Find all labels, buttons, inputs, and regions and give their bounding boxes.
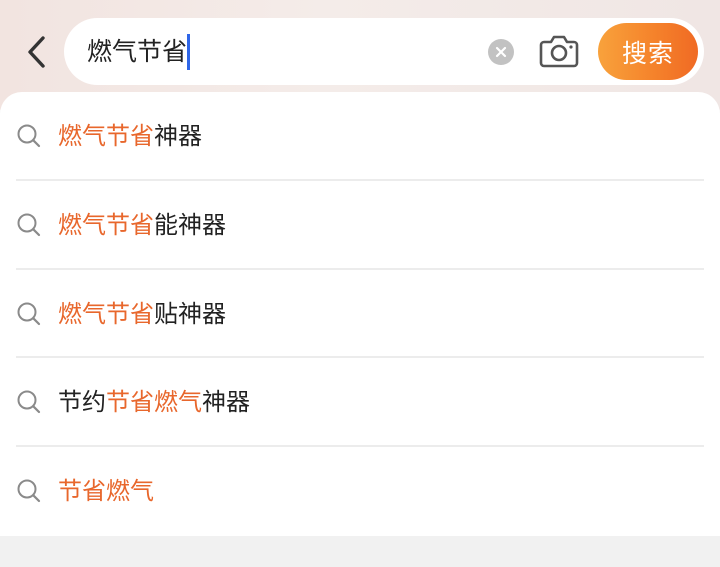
search-icon	[17, 390, 41, 414]
suggestion-match-text: 节省燃气	[58, 477, 154, 505]
search-bar[interactable]: 燃气节省 搜索	[64, 18, 704, 85]
search-input[interactable]: 燃气节省	[87, 34, 191, 70]
search-icon	[17, 302, 41, 326]
search-button[interactable]: 搜索	[598, 23, 698, 80]
suggestion-item[interactable]: 燃气节省神器	[0, 92, 720, 180]
suggestion-match-text: 燃气节省	[58, 122, 154, 150]
suggestion-rest-text: 能神器	[154, 211, 226, 239]
suggestion-match-text: 燃气节省	[58, 211, 154, 239]
suggestion-rest-text: 贴神器	[154, 300, 226, 328]
clear-circle-icon	[495, 46, 507, 58]
suggestion-item[interactable]: 燃气节省贴神器	[0, 270, 720, 358]
suggestion-text: 燃气节省神器	[58, 117, 202, 155]
suggestion-rest-text: 神器	[154, 122, 202, 150]
suggestion-list: 燃气节省神器 燃气节省能神器 燃气节省贴神器 节约节省燃气神器 节省燃气	[0, 92, 720, 536]
search-icon	[17, 479, 41, 503]
suggestion-text: 燃气节省贴神器	[58, 295, 226, 333]
search-query-text: 燃气节省	[87, 37, 188, 66]
suggestion-rest-text: 神器	[202, 388, 250, 416]
suggestion-item[interactable]: 节省燃气	[0, 447, 720, 535]
suggestion-match-text: 燃气节省	[58, 300, 154, 328]
text-caret	[187, 34, 191, 70]
suggestion-text: 燃气节省能神器	[58, 206, 226, 244]
suggestion-item[interactable]: 燃气节省能神器	[0, 181, 720, 269]
camera-search-button[interactable]	[538, 32, 580, 70]
suggestion-text: 节约节省燃气神器	[58, 383, 250, 421]
back-button[interactable]	[20, 34, 52, 70]
suggestion-rest-text: 节约	[58, 388, 106, 416]
search-icon	[17, 124, 41, 148]
chevron-left-icon	[28, 36, 45, 68]
camera-icon	[539, 35, 579, 68]
suggestion-text: 节省燃气	[58, 472, 154, 510]
suggestion-item[interactable]: 节约节省燃气神器	[0, 358, 720, 446]
clear-button[interactable]	[488, 39, 514, 65]
search-icon	[17, 213, 41, 237]
suggestion-match-text: 节省燃气	[106, 388, 202, 416]
